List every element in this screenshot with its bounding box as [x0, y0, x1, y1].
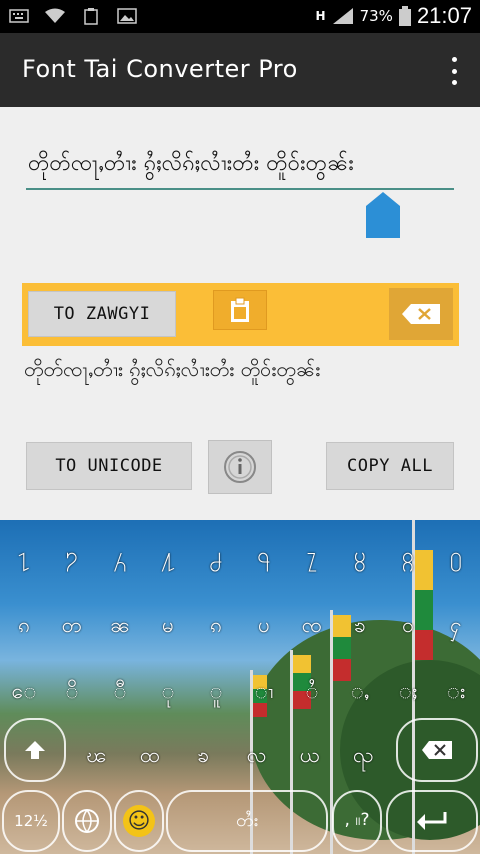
key[interactable]: ေ — [4, 678, 44, 709]
keyboard-row-4: ၽ ထ ၶ လ ယ ၺ — [70, 742, 390, 773]
backspace-key[interactable] — [396, 718, 478, 782]
key[interactable]: ု — [148, 678, 188, 709]
key[interactable]: ၸ — [292, 612, 332, 643]
key[interactable]: ႔ — [148, 542, 188, 573]
shift-key[interactable] — [4, 718, 66, 782]
key[interactable]: ပ — [244, 612, 284, 643]
key[interactable]: ၶ — [340, 612, 380, 643]
key[interactable]: ထ — [130, 742, 170, 773]
enter-key[interactable] — [386, 790, 478, 852]
key[interactable]: ၽ — [77, 742, 117, 773]
key[interactable]: ၼ — [100, 612, 140, 643]
zawgyi-action-bar: TO ZAWGYI — [22, 283, 459, 346]
keyboard-row-2: ၵ တ ၼ မ ၵ ပ ၸ ၶ ဝ ႁ — [0, 612, 480, 643]
punctuation-key[interactable]: , ။? — [332, 790, 382, 852]
key[interactable]: ီ — [100, 678, 140, 709]
key[interactable]: ဝ — [388, 612, 428, 643]
key[interactable]: ူ — [196, 678, 236, 709]
clear-button[interactable] — [389, 288, 453, 340]
overflow-menu-icon[interactable] — [450, 57, 458, 85]
key[interactable]: ႆ — [292, 678, 332, 709]
input-field[interactable]: တိုတ်ၸႃႇတၢႆး ၵွႆႈလိၵ်ႈလၢႆးတႆး တိူဝ်းတွၼ်… — [28, 148, 354, 181]
recycle-icon — [80, 6, 102, 26]
space-key[interactable]: တႆး — [166, 790, 328, 852]
key[interactable]: ႖ — [244, 542, 284, 573]
key[interactable]: ႈ — [388, 678, 428, 709]
key[interactable]: လ — [237, 742, 277, 773]
app-bar: Font Tai Converter Pro — [0, 33, 480, 107]
key[interactable]: ယ — [290, 742, 330, 773]
info-button[interactable] — [208, 440, 272, 494]
key[interactable]: ႘ — [340, 542, 380, 573]
key[interactable]: ႙ — [388, 542, 428, 573]
emoji-key[interactable]: ☺ — [114, 790, 164, 852]
backspace-icon — [422, 741, 452, 759]
key[interactable]: ႁ — [436, 612, 476, 643]
key[interactable]: ိ — [52, 678, 92, 709]
copy-all-button[interactable]: COPY ALL — [326, 442, 454, 490]
to-zawgyi-button[interactable]: TO ZAWGYI — [28, 291, 176, 337]
clock: 21:07 — [416, 3, 472, 28]
shift-icon — [25, 741, 45, 759]
keyboard: ႑ ႒ ႓ ႔ ႕ ႖ ႗ ႘ ႙ ႐ ၵ တ ၼ မ ၵ ပ ၸ ၶ ဝ ႁ … — [0, 520, 480, 854]
clipboard-icon — [231, 297, 249, 322]
network-type: H — [315, 9, 326, 23]
key[interactable]: ႗ — [292, 542, 332, 573]
wifi-icon — [44, 6, 66, 26]
key[interactable]: ၶ — [183, 742, 223, 773]
key[interactable]: ႐ — [436, 542, 476, 573]
globe-icon — [75, 809, 99, 833]
image-icon — [116, 6, 138, 26]
battery-icon — [398, 6, 411, 26]
info-icon — [224, 451, 256, 483]
key[interactable]: ၵ — [4, 612, 44, 643]
key[interactable]: တ — [52, 612, 92, 643]
text-cursor-handle[interactable] — [366, 192, 400, 238]
output-text: တိုတ်ၸႃႇတၢႆး ၵွႆႈလိၵ်ႈလၢႆးတႆး တိူဝ်းတွၼ်… — [24, 357, 321, 381]
key[interactable]: ႕ — [196, 542, 236, 573]
key[interactable]: ႓ — [100, 542, 140, 573]
paste-button[interactable] — [213, 290, 267, 330]
key[interactable]: ၵ — [196, 612, 236, 643]
keyboard-row-3: ေ ိ ီ ု ူ ၢ ႆ ႇ ႈ း — [0, 678, 480, 709]
battery-percent: 73% — [359, 7, 393, 25]
key[interactable]: ႒ — [52, 542, 92, 573]
keyboard-row-1: ႑ ႒ ႓ ႔ ႕ ႖ ႗ ႘ ႙ ႐ — [0, 542, 480, 573]
key[interactable]: ႇ — [340, 678, 380, 709]
key[interactable]: ႑ — [4, 542, 44, 573]
emoji-icon: ☺ — [123, 805, 155, 837]
input-underline — [26, 188, 454, 190]
app-title: Font Tai Converter Pro — [22, 55, 298, 83]
status-bar: H 73% 21:07 — [0, 0, 480, 33]
numbers-key[interactable]: 12½ — [2, 790, 60, 852]
backspace-icon — [402, 304, 440, 324]
keyboard-icon — [8, 6, 30, 26]
key[interactable]: ၺ — [343, 742, 383, 773]
key[interactable]: း — [436, 678, 476, 709]
to-unicode-button[interactable]: TO UNICODE — [26, 442, 192, 490]
language-key[interactable] — [62, 790, 112, 852]
enter-icon — [417, 812, 447, 830]
signal-icon — [332, 8, 353, 24]
key[interactable]: ၢ — [244, 678, 284, 709]
key[interactable]: မ — [148, 612, 188, 643]
